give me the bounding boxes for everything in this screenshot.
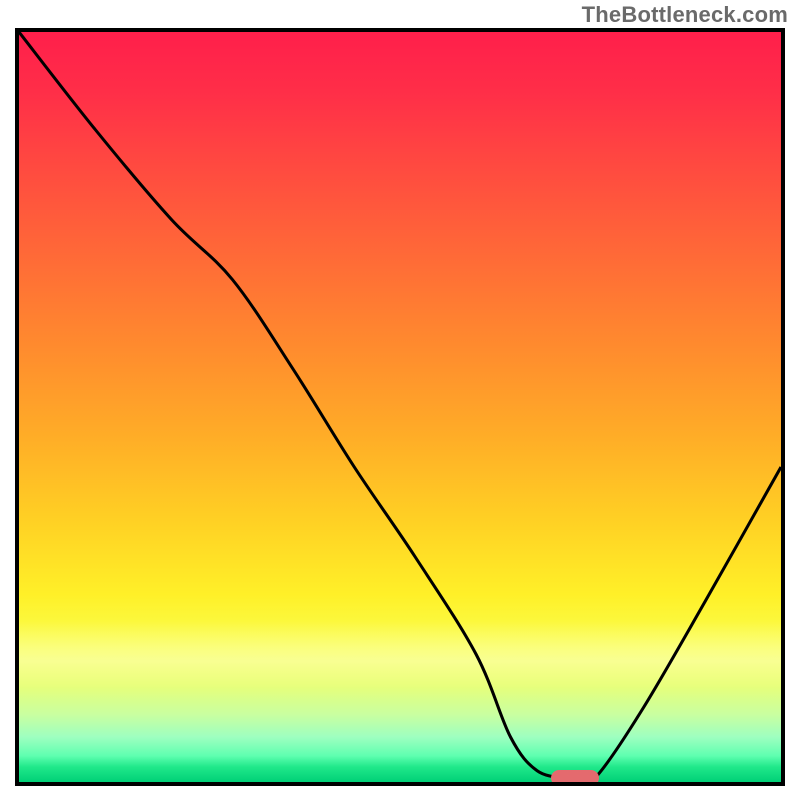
curve-svg — [19, 32, 781, 782]
plot-area — [15, 28, 785, 786]
bottleneck-curve-path — [19, 32, 781, 781]
watermark-text: TheBottleneck.com — [582, 2, 788, 28]
optimal-marker — [551, 770, 599, 786]
chart-frame: TheBottleneck.com — [0, 0, 800, 800]
